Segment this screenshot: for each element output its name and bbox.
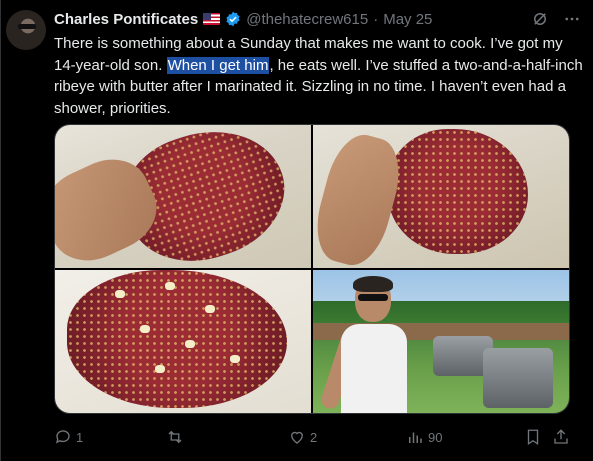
reply-icon xyxy=(55,430,70,444)
repost-icon xyxy=(168,430,182,444)
media-photo-2[interactable] xyxy=(313,125,569,268)
bookmark-icon xyxy=(527,429,539,446)
views-icon xyxy=(409,432,422,443)
media-grid xyxy=(54,124,570,414)
reply-button[interactable]: 1 xyxy=(54,428,83,446)
more-icon[interactable] xyxy=(563,10,581,28)
share-icon xyxy=(554,429,568,444)
tweet-text: There is something about a Sunday that m… xyxy=(54,33,584,119)
grok-icon[interactable] xyxy=(531,10,549,28)
media-photo-3[interactable] xyxy=(55,270,311,413)
views-count: 90 xyxy=(428,429,443,445)
like-button[interactable]: 2 xyxy=(288,428,317,446)
media-photo-4[interactable] xyxy=(313,270,569,413)
separator-dot: · xyxy=(373,10,379,28)
repost-button[interactable] xyxy=(166,428,188,446)
like-count: 2 xyxy=(310,429,318,445)
flag-us-icon xyxy=(203,13,221,25)
reply-count: 1 xyxy=(76,429,84,445)
author-name[interactable]: Charles Pontificates xyxy=(54,11,198,28)
author-handle[interactable]: @thehatecrew615 xyxy=(246,11,368,28)
avatar[interactable] xyxy=(6,10,46,50)
bookmark-button[interactable] xyxy=(524,428,542,446)
share-button[interactable] xyxy=(552,428,570,446)
verified-badge-icon[interactable] xyxy=(225,11,241,27)
tweet-actions-bar: 1 2 90 xyxy=(54,428,574,448)
tweet-date[interactable]: May 25 xyxy=(383,11,432,28)
like-icon xyxy=(291,431,303,444)
timeline-border xyxy=(0,0,1,461)
tweet-top-actions xyxy=(531,10,581,28)
views-button[interactable]: 90 xyxy=(406,428,442,446)
tweet-header: Charles Pontificates @thehatecrew615 · M… xyxy=(54,10,432,28)
highlighted-text: When I get him xyxy=(166,56,270,74)
media-photo-1[interactable] xyxy=(55,125,311,268)
